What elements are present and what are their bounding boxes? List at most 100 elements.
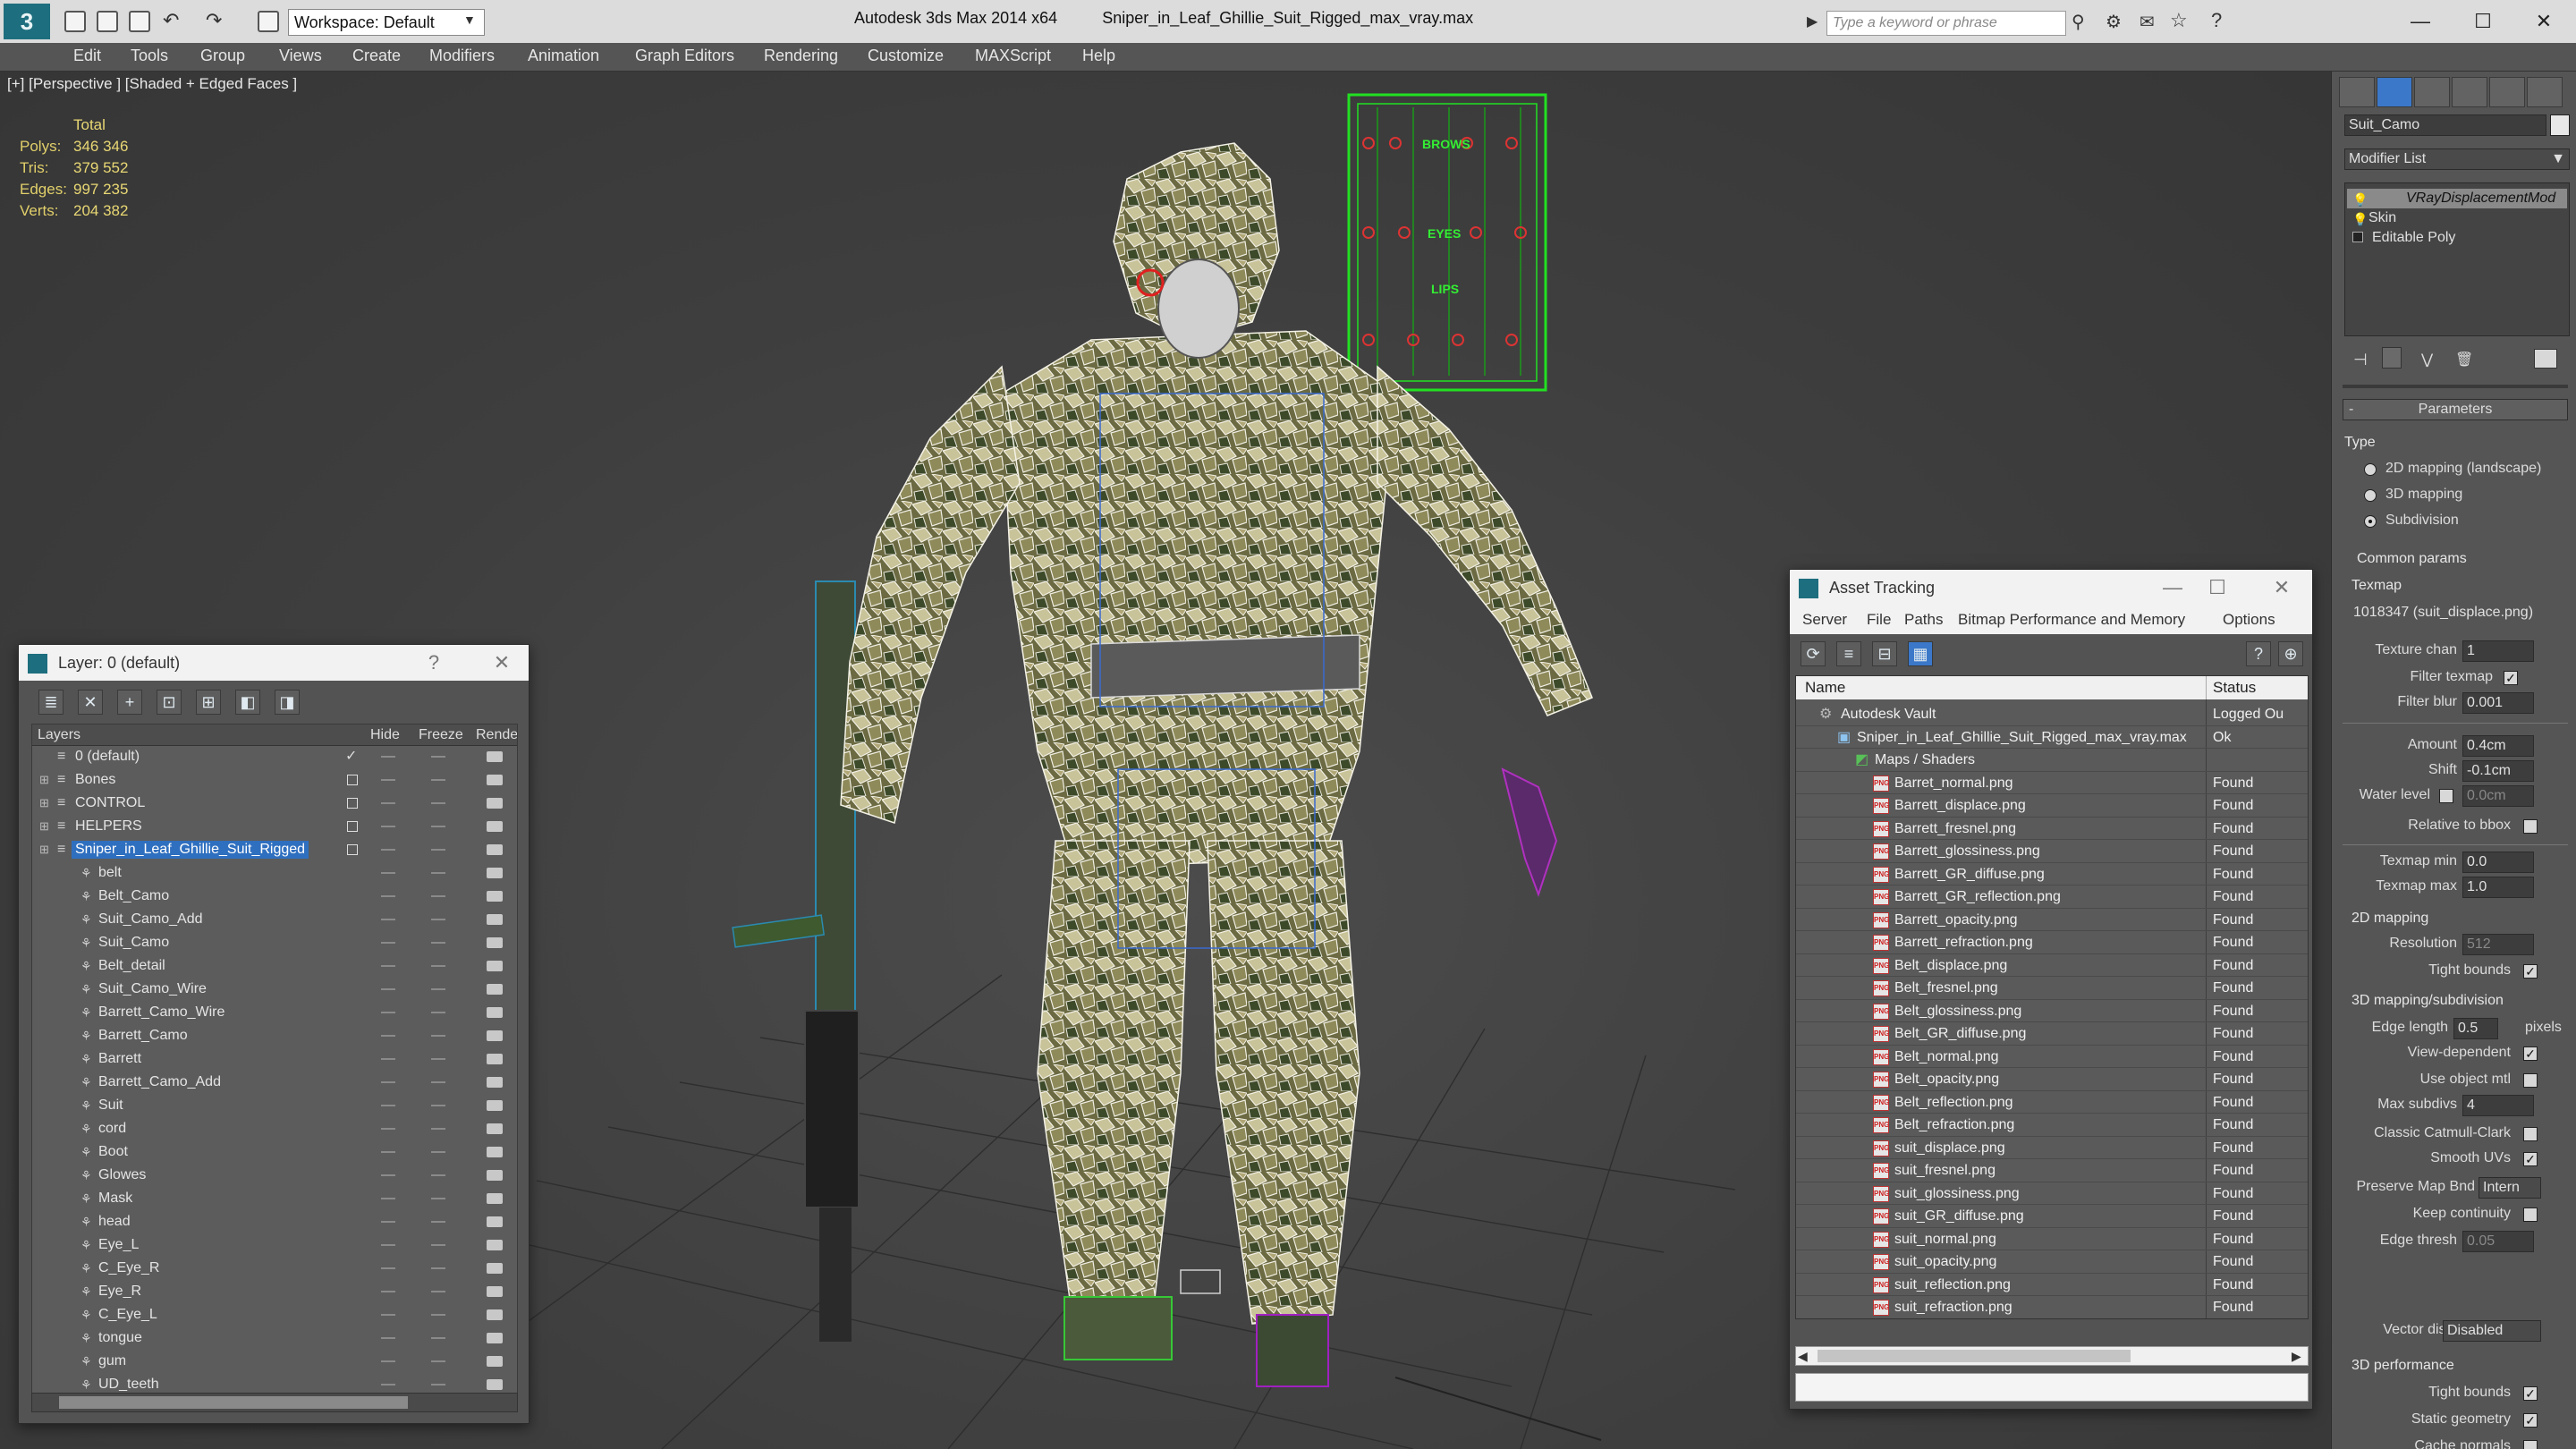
- freeze-toggle[interactable]: [431, 1035, 445, 1037]
- modifier-list-dropdown[interactable]: Modifier List ▼: [2344, 148, 2570, 170]
- menu-rendering[interactable]: Rendering: [764, 47, 838, 65]
- object-name[interactable]: head: [98, 1211, 131, 1233]
- asset-row[interactable]: PNG Belt_reflection.png Found: [1796, 1091, 2308, 1114]
- object-name[interactable]: Eye_R: [98, 1281, 141, 1302]
- hide-toggle[interactable]: [381, 1151, 395, 1153]
- use-object-mtl-checkbox[interactable]: [2523, 1073, 2538, 1088]
- asset-row[interactable]: PNG Barrett_glossiness.png Found: [1796, 840, 2308, 863]
- asset-row[interactable]: PNG Belt_displace.png Found: [1796, 954, 2308, 977]
- scroll-left-icon[interactable]: ◀: [1798, 1349, 1808, 1364]
- freeze-toggle[interactable]: [431, 1244, 445, 1246]
- subscription-icon[interactable]: ⚙: [2106, 11, 2122, 33]
- object-name[interactable]: Eye_L: [98, 1234, 139, 1256]
- hide-toggle[interactable]: [381, 895, 395, 897]
- object-row[interactable]: ⚘ Suit: [32, 1095, 517, 1116]
- refresh-icon[interactable]: ⟳: [1801, 641, 1826, 666]
- asset-row[interactable]: PNG suit_refraction.png Found: [1796, 1296, 2308, 1318]
- freeze-toggle[interactable]: [431, 756, 445, 758]
- render-teapot-icon[interactable]: [487, 1309, 503, 1320]
- configure-sets-icon[interactable]: [2534, 349, 2557, 369]
- object-name[interactable]: Barrett_Camo_Wire: [98, 1002, 225, 1023]
- workspace-dropdown[interactable]: Workspace: Default: [288, 9, 485, 36]
- help-icon[interactable]: ?: [418, 648, 450, 677]
- object-name[interactable]: C_Eye_R: [98, 1258, 159, 1279]
- search-expand-icon[interactable]: ▶: [1807, 13, 1818, 30]
- menu-animation[interactable]: Animation: [528, 47, 599, 65]
- edge-thresh-input[interactable]: 0.05: [2462, 1231, 2534, 1252]
- hide-all-icon[interactable]: ◧: [235, 690, 260, 715]
- object-name[interactable]: cord: [98, 1118, 126, 1140]
- object-name[interactable]: Barrett_Camo_Add: [98, 1072, 221, 1093]
- asset-menu-options[interactable]: Options: [2223, 606, 2275, 634]
- render-column-header[interactable]: Render: [476, 724, 517, 746]
- edge-length-input[interactable]: 0.5: [2453, 1018, 2498, 1039]
- freeze-toggle[interactable]: [431, 988, 445, 990]
- stack-item-editable-poly[interactable]: Editable Poly: [2372, 230, 2455, 246]
- object-row[interactable]: ⚘ Barrett_Camo_Wire: [32, 1002, 517, 1023]
- hide-toggle[interactable]: [381, 988, 395, 990]
- motion-tab-icon[interactable]: [2452, 77, 2487, 107]
- cache-normals-checkbox[interactable]: [2523, 1440, 2538, 1449]
- hide-toggle[interactable]: [381, 965, 395, 967]
- search-input[interactable]: Type a keyword or phrase: [1826, 11, 2066, 36]
- layer-dialog-title[interactable]: Layer: 0 (default): [19, 645, 529, 681]
- asset-row[interactable]: PNG Belt_GR_diffuse.png Found: [1796, 1022, 2308, 1046]
- object-color-swatch[interactable]: [2550, 114, 2570, 136]
- object-row[interactable]: ⚘ gum: [32, 1351, 517, 1372]
- name-column-header[interactable]: Name: [1805, 676, 1845, 699]
- render-teapot-icon[interactable]: [487, 1100, 503, 1111]
- menu-views[interactable]: Views: [279, 47, 322, 65]
- object-row[interactable]: ⚘ C_Eye_L: [32, 1304, 517, 1326]
- hide-toggle[interactable]: [381, 826, 395, 827]
- freeze-toggle[interactable]: [431, 1174, 445, 1176]
- active-layer-checkbox[interactable]: [347, 844, 358, 855]
- object-name[interactable]: Barrett_Camo: [98, 1025, 188, 1046]
- render-teapot-icon[interactable]: [487, 1007, 503, 1018]
- texmap-max-input[interactable]: 1.0: [2462, 877, 2534, 898]
- asset-row[interactable]: PNG suit_glossiness.png Found: [1796, 1182, 2308, 1205]
- freeze-toggle[interactable]: [431, 826, 445, 827]
- object-row[interactable]: ⚘ Belt_detail: [32, 955, 517, 977]
- render-teapot-icon[interactable]: [487, 1356, 503, 1367]
- hide-toggle[interactable]: [381, 1244, 395, 1246]
- binoculars-icon[interactable]: ⚲: [2072, 11, 2085, 33]
- asset-menu-bitmap[interactable]: Bitmap Performance and Memory: [1958, 606, 2185, 634]
- highlight-icon[interactable]: ⊕: [2278, 641, 2303, 666]
- tight-bounds-checkbox[interactable]: ✓: [2523, 964, 2538, 979]
- render-teapot-icon[interactable]: [487, 937, 503, 948]
- render-teapot-icon[interactable]: [487, 1147, 503, 1157]
- help-icon[interactable]: ?: [2246, 641, 2271, 666]
- hide-toggle[interactable]: [381, 1221, 395, 1223]
- asset-row[interactable]: PNG Barrett_refraction.png Found: [1796, 931, 2308, 954]
- texture-chan-input[interactable]: 1: [2462, 640, 2534, 662]
- asset-row[interactable]: PNG suit_normal.png Found: [1796, 1228, 2308, 1250]
- object-row[interactable]: ⚘ Eye_L: [32, 1234, 517, 1256]
- texmap-min-input[interactable]: 0.0: [2462, 852, 2534, 873]
- render-teapot-icon[interactable]: [487, 1054, 503, 1064]
- layer-row[interactable]: ⊞ ≡ Bones: [32, 769, 517, 791]
- freeze-toggle[interactable]: [431, 965, 445, 967]
- object-name[interactable]: Boot: [98, 1141, 128, 1163]
- layers-column-header[interactable]: Layers: [38, 724, 80, 746]
- freeze-toggle[interactable]: [431, 779, 445, 781]
- display-tab-icon[interactable]: [2489, 77, 2525, 107]
- open-file-icon[interactable]: [97, 11, 118, 32]
- water-level-checkbox[interactable]: [2439, 789, 2453, 803]
- asset-row[interactable]: PNG Belt_refraction.png Found: [1796, 1114, 2308, 1137]
- undo-icon[interactable]: ↶: [163, 9, 179, 32]
- object-name[interactable]: belt: [98, 862, 122, 884]
- asset-row[interactable]: PNG Barrett_GR_diffuse.png Found: [1796, 863, 2308, 886]
- hide-toggle[interactable]: [381, 919, 395, 920]
- render-teapot-icon[interactable]: [487, 1170, 503, 1181]
- object-name[interactable]: Glowes: [98, 1165, 146, 1186]
- minimize-icon[interactable]: —: [2157, 573, 2189, 602]
- modify-tab-icon[interactable]: [2377, 77, 2412, 107]
- view-dependent-checkbox[interactable]: ✓: [2523, 1046, 2538, 1061]
- object-row[interactable]: ⚘ Eye_R: [32, 1281, 517, 1302]
- amount-input[interactable]: 0.4cm: [2462, 735, 2534, 757]
- layer-name[interactable]: HELPERS: [72, 818, 146, 835]
- scrollbar-thumb[interactable]: [1818, 1350, 2131, 1362]
- asset-row[interactable]: PNG suit_reflection.png Found: [1796, 1274, 2308, 1296]
- render-teapot-icon[interactable]: [487, 844, 503, 855]
- filter-blur-input[interactable]: 0.001: [2462, 692, 2534, 714]
